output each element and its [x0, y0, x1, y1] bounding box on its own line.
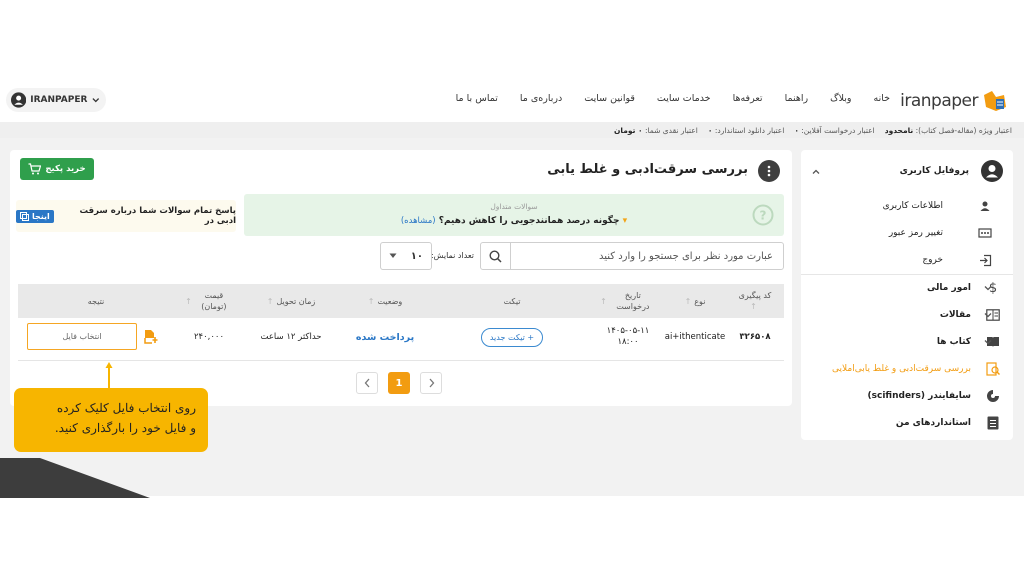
- sidebar: پروفایل کاربری اطلاعات کاربری تغییر رمز …: [801, 150, 1013, 440]
- credit-download: اعتبار دانلود استاندارد: ۰: [707, 125, 785, 135]
- profile-avatar-icon: [981, 160, 1003, 182]
- info-text: پاسخ تمام سوالات شما درباره سرقت ادبی در: [79, 206, 236, 226]
- col-status[interactable]: وضعیت ↑: [338, 284, 432, 318]
- menu-about[interactable]: درباره‌ی ما: [520, 93, 562, 104]
- sidebar-item-user-info[interactable]: اطلاعات کاربری: [801, 198, 1013, 214]
- chevron-up-icon[interactable]: [811, 167, 821, 177]
- menu-rules[interactable]: قوانین سایت: [584, 93, 635, 104]
- sidebar-item-plagiarism[interactable]: بررسی سرقت‌ادبی و غلط یابی‌املایی: [801, 361, 1013, 377]
- cell-code: ۳۲۶۵۰۸: [739, 331, 771, 342]
- sidebar-divider: [801, 274, 1013, 275]
- plagiarism-icon: [985, 361, 1001, 377]
- sidebar-profile[interactable]: پروفایل کاربری: [801, 160, 1013, 184]
- sidebar-item-change-password[interactable]: تغییر رمز عبور: [801, 225, 1013, 241]
- copy-icon: [20, 211, 29, 221]
- page-size-select[interactable]: ۱۰: [380, 242, 432, 270]
- cell-delivery: حداکثر ۱۲ ساعت: [260, 331, 322, 342]
- pagination-current-page[interactable]: 1: [388, 372, 410, 394]
- page-title: بررسی سرقت‌ادبی و غلط یابی: [547, 162, 748, 177]
- col-price[interactable]: قیمت (تومان) ↑: [174, 284, 244, 318]
- search-button[interactable]: [481, 243, 511, 269]
- sidebar-item-scifinder[interactable]: سایفایندر (scifinders): [801, 388, 1013, 404]
- credit-special: اعتبار ویژه (مقاله-فصل کتاب): نامحدود: [884, 125, 1012, 135]
- credit-bar: اعتبار ویژه (مقاله-فصل کتاب): نامحدود اع…: [0, 122, 1024, 138]
- logo-icon: [984, 91, 1006, 111]
- faq-banner: ? سوالات متداول ▾ چگونه درصد همانندجویی …: [244, 194, 784, 236]
- faq-heading: سوالات متداول: [490, 202, 538, 211]
- menu-contact[interactable]: تماس با ما: [456, 93, 498, 104]
- chevron-down-icon: [984, 313, 992, 318]
- sidebar-item-finance[interactable]: $ امور مالی: [801, 280, 1013, 296]
- search-input[interactable]: عبارت مورد نظر برای جستجو را وارد کنید: [599, 251, 773, 262]
- standards-icon: [985, 415, 1001, 431]
- row-divider: [18, 360, 784, 361]
- caret-down-icon: ▾: [622, 216, 628, 226]
- menu-pricing[interactable]: تعرفه‌ها: [733, 93, 763, 104]
- credit-online: اعتبار درخواست آفلاین: ۰: [794, 125, 875, 135]
- decorative-wedge: [0, 458, 150, 498]
- cell-price: ۲۴۰,۰۰۰: [193, 331, 225, 342]
- chevron-left-icon: [364, 378, 369, 388]
- sidebar-item-books[interactable]: کتاب ها: [801, 334, 1013, 350]
- plagiarism-info-banner: پاسخ تمام سوالات شما درباره سرقت ادبی در…: [16, 200, 236, 232]
- cell-date: ۱۴۰۵-۰۵-۱۱ ۱۸:۰۰: [606, 326, 650, 347]
- profile-label: پروفایل کاربری: [899, 166, 969, 176]
- col-code[interactable]: کد پیگیری ↑: [726, 284, 784, 318]
- faq-question-row[interactable]: ▾ چگونه درصد همانندجویی را کاهش دهیم؟ (م…: [244, 216, 784, 226]
- file-upload-icon[interactable]: [144, 329, 158, 344]
- menu-services[interactable]: خدمات سایت: [657, 93, 711, 104]
- brand-logo[interactable]: iranpaper: [900, 86, 1008, 116]
- chevron-down-icon: [984, 286, 992, 291]
- cell-status: پرداخت شده: [338, 322, 432, 352]
- cell-type: ai+ithenticate: [664, 331, 726, 342]
- sidebar-item-standards[interactable]: استانداردهای من: [801, 415, 1013, 431]
- col-delivery[interactable]: زمان تحویل ↑: [244, 284, 338, 318]
- pagination-next-button[interactable]: [420, 372, 442, 394]
- new-ticket-button[interactable]: + تیکت جدید: [480, 327, 544, 347]
- sidebar-item-articles[interactable]: مقالات: [801, 307, 1013, 323]
- page-size-label: تعداد نمایش:: [430, 251, 474, 260]
- faq-view-link[interactable]: (مشاهده): [401, 216, 436, 226]
- logout-icon: [977, 252, 993, 268]
- chevron-down-icon: [984, 340, 992, 345]
- avatar-icon: [11, 92, 27, 108]
- menu-home[interactable]: خانه: [873, 93, 890, 104]
- search-box[interactable]: عبارت مورد نظر برای جستجو را وارد کنید: [480, 242, 784, 270]
- main-card: بررسی سرقت‌ادبی و غلط یابی خرید پکیج ? س…: [10, 150, 792, 406]
- chevron-down-icon: [92, 98, 100, 103]
- account-menu[interactable]: IRANPAPER: [6, 88, 106, 112]
- cell-ticket: + تیکت جدید: [432, 322, 592, 352]
- pagination-prev-button[interactable]: [356, 372, 378, 394]
- main-menu: خانه وبلاگ راهنما تعرفه‌ها خدمات سایت قو…: [456, 93, 890, 104]
- account-name: IRANPAPER: [30, 95, 88, 105]
- status-badge: پرداخت شده: [355, 331, 415, 343]
- chevron-right-icon: [429, 378, 434, 388]
- search-icon: [489, 249, 502, 263]
- credit-cash: اعتبار نقدی شما: ۰ تومان: [614, 125, 698, 135]
- caret-down-icon: [389, 253, 397, 258]
- instruction-callout: روی انتخاب فایل کلیک کرده و فایل خود را …: [14, 388, 208, 452]
- col-date[interactable]: تاریخ درخواست ↑: [592, 284, 664, 318]
- menu-blog[interactable]: وبلاگ: [830, 93, 851, 104]
- sidebar-item-logout[interactable]: خروج: [801, 252, 1013, 268]
- info-here-link[interactable]: اینجا: [16, 209, 54, 223]
- menu-guide[interactable]: راهنما: [785, 93, 809, 104]
- callout-line-1: روی انتخاب فایل کلیک کرده: [56, 401, 196, 415]
- callout-arrow: [105, 362, 113, 390]
- page-size-value: ۱۰: [410, 250, 423, 262]
- buy-package-label: خرید پکیج: [45, 164, 86, 174]
- scifinder-icon: [985, 388, 1001, 404]
- col-type[interactable]: نوع ↑: [664, 284, 726, 318]
- callout-line-2: و فایل خود را بارگذاری کنید.: [54, 421, 196, 435]
- col-result: نتیجه: [87, 296, 105, 306]
- choose-file-button[interactable]: انتخاب فایل: [27, 323, 137, 350]
- buy-package-button[interactable]: خرید پکیج: [20, 158, 94, 180]
- user-icon: [977, 198, 993, 214]
- cart-plus-icon: [28, 163, 42, 175]
- more-options-icon[interactable]: [758, 160, 780, 182]
- col-ticket: تیکت: [503, 296, 521, 306]
- brand-name: iranpaper: [900, 91, 978, 111]
- faq-question: چگونه درصد همانندجویی را کاهش دهیم؟: [438, 216, 620, 226]
- password-icon: [977, 225, 993, 241]
